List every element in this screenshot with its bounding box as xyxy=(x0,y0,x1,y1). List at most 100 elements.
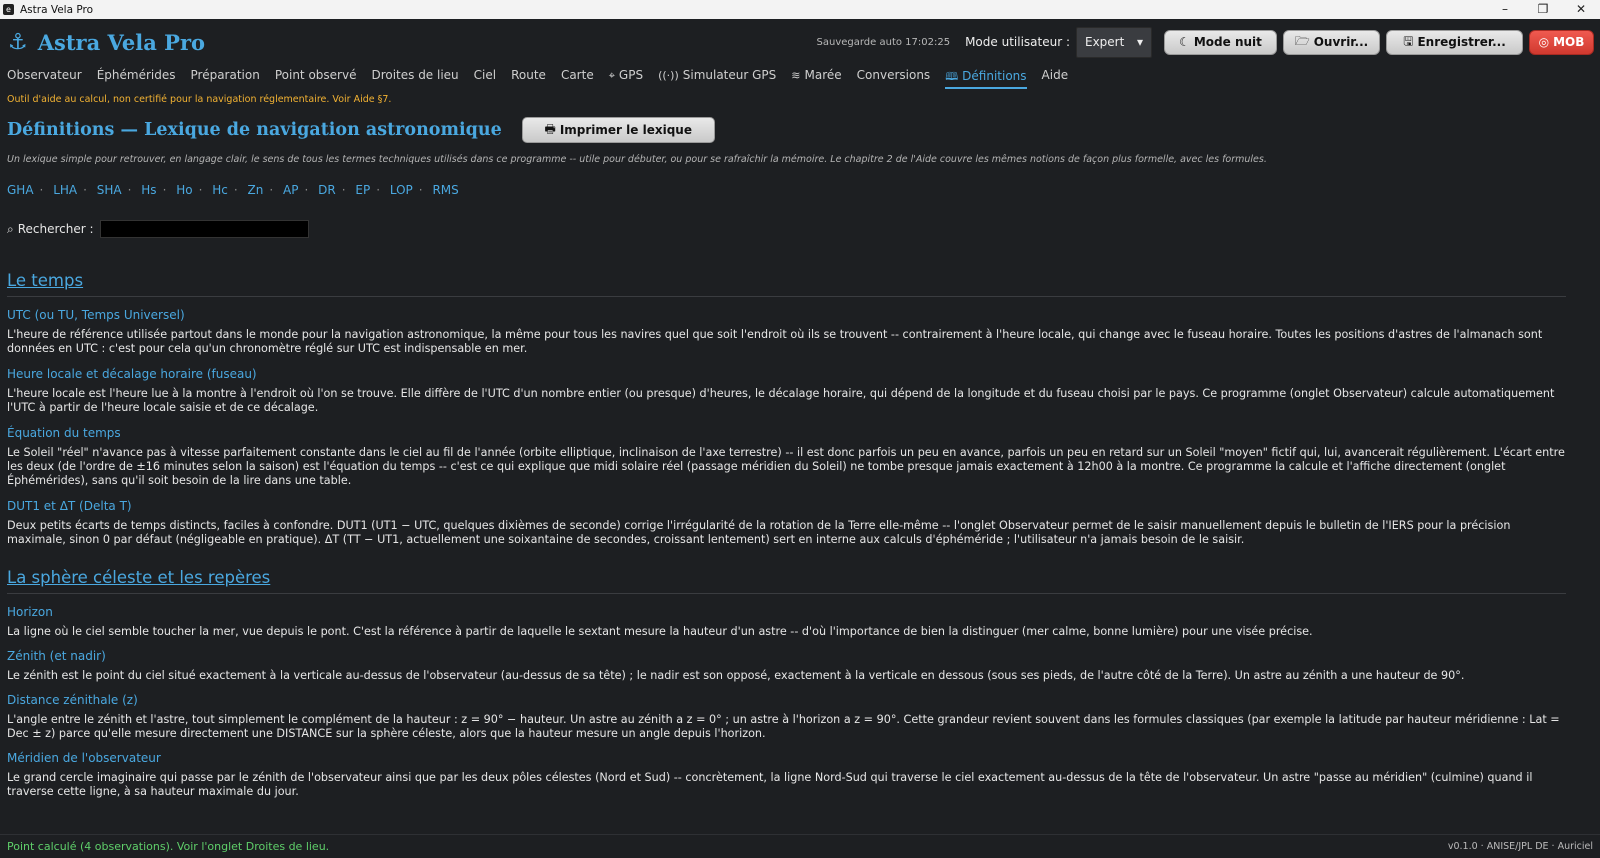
section-title-le-temps: Le temps xyxy=(7,271,1566,297)
tab-definitions[interactable]: 🕮 Définitions xyxy=(945,65,1027,89)
term-name: Horizon xyxy=(7,605,53,619)
print-lexicon-button[interactable]: 🖶 Imprimer le lexique xyxy=(521,117,715,143)
tab-ciel[interactable]: Ciel xyxy=(474,65,496,89)
tab-maree[interactable]: ≋ Marée xyxy=(791,65,841,89)
mode-select[interactable]: Expert ▾ xyxy=(1076,26,1152,58)
tab-aide[interactable]: Aide xyxy=(1042,65,1069,89)
status-bar: Point calculé (4 observations). Voir l'o… xyxy=(0,834,1600,858)
page-title: Définitions — Lexique de navigation astr… xyxy=(7,120,502,140)
term-definition: Le grand cercle imaginaire qui passe par… xyxy=(7,771,1533,798)
quick-link-sha[interactable]: SHA xyxy=(97,183,122,197)
mob-label: MOB xyxy=(1553,35,1585,49)
print-lexicon-label: Imprimer le lexique xyxy=(559,123,692,137)
term-utc: UTC (ou TU, Temps Universel) L'heure de … xyxy=(7,308,1566,356)
term-name: Heure locale et décalage horaire (fuseau… xyxy=(7,367,257,381)
anchor-icon: ⚓ xyxy=(8,29,28,55)
restore-icon[interactable]: ❐ xyxy=(1524,0,1562,19)
term-distance-zenithale: Distance zénithale (z) L'angle entre le … xyxy=(7,693,1566,741)
book-icon: 🕮 xyxy=(945,70,959,83)
term-zenith: Zénith (et nadir) Le zénith est le point… xyxy=(7,649,1566,683)
term-definition: Deux petits écarts de temps distincts, f… xyxy=(7,519,1511,546)
mode-select-value: Expert xyxy=(1085,35,1125,49)
quick-link-gha[interactable]: GHA xyxy=(7,183,34,197)
main-tabs: Observateur Éphémérides Préparation Poin… xyxy=(0,65,1600,90)
crosshair-icon: ⌖ xyxy=(608,69,615,82)
app-logo-text: Astra Vela Pro xyxy=(37,29,206,55)
definitions-page: Définitions — Lexique de navigation astr… xyxy=(0,112,1600,799)
term-name: Distance zénithale (z) xyxy=(7,693,138,707)
term-heure-locale: Heure locale et décalage horaire (fuseau… xyxy=(7,367,1566,415)
app-icon: e xyxy=(3,4,14,15)
tab-carte[interactable]: Carte xyxy=(561,65,594,89)
search-icon: ⌕ xyxy=(7,221,14,236)
chevron-down-icon: ▾ xyxy=(1136,35,1143,49)
term-equation-du-temps: Équation du temps Le Soleil "réel" n'ava… xyxy=(7,426,1566,488)
tab-simulateur-gps[interactable]: ((·)) Simulateur GPS xyxy=(658,65,776,89)
term-name: DUT1 et ΔT (Delta T) xyxy=(7,499,132,513)
quick-link-lop[interactable]: LOP xyxy=(390,183,413,197)
term-dut1-delta-t: DUT1 et ΔT (Delta T) Deux petits écarts … xyxy=(7,499,1566,547)
tab-gps[interactable]: ⌖ GPS xyxy=(609,65,643,89)
minimize-icon[interactable]: – xyxy=(1486,0,1524,19)
night-mode-label: Mode nuit xyxy=(1193,35,1262,49)
term-name: Méridien de l'observateur xyxy=(7,751,161,765)
night-mode-button[interactable]: ☾ Mode nuit xyxy=(1164,29,1277,55)
save-button[interactable]: 🖫 Enregistrer... xyxy=(1386,29,1523,55)
term-name: UTC (ou TU, Temps Universel) xyxy=(7,308,185,322)
window-title: Astra Vela Pro xyxy=(20,3,94,16)
term-definition: L'angle entre le zénith et l'astre, tout… xyxy=(7,713,1560,740)
close-icon[interactable]: ✕ xyxy=(1562,0,1600,19)
page-intro: Un lexique simple pour retrouver, en lan… xyxy=(7,154,1267,165)
quick-link-ap[interactable]: AP xyxy=(283,183,298,197)
quick-link-hs[interactable]: Hs xyxy=(141,183,156,197)
quick-link-hc[interactable]: Hc xyxy=(212,183,228,197)
tab-droites-de-lieu[interactable]: Droites de lieu xyxy=(371,65,458,89)
search-label: Rechercher : xyxy=(17,222,94,236)
window-titlebar: e Astra Vela Pro – ❐ ✕ xyxy=(0,0,1600,19)
mode-label: Mode utilisateur : xyxy=(965,35,1070,49)
term-definition: Le zénith est le point du ciel situé exa… xyxy=(7,669,1465,682)
tab-observateur[interactable]: Observateur xyxy=(7,65,82,89)
quick-link-ho[interactable]: Ho xyxy=(176,183,192,197)
tab-ephemerides[interactable]: Éphémérides xyxy=(97,65,176,89)
quick-link-ep[interactable]: EP xyxy=(355,183,370,197)
quick-link-zn[interactable]: Zn xyxy=(248,183,264,197)
term-name: Zénith (et nadir) xyxy=(7,649,106,663)
autosave-status: Sauvegarde auto 17:02:25 xyxy=(816,36,951,48)
search-row: ⌕ Rechercher : xyxy=(7,219,1566,239)
folder-icon: 🗁 xyxy=(1294,33,1310,48)
open-button[interactable]: 🗁 Ouvrir... xyxy=(1283,29,1380,55)
target-icon: ◎ xyxy=(1538,35,1550,49)
tab-route[interactable]: Route xyxy=(511,65,546,89)
app-header: ⚓ Astra Vela Pro Sauvegarde auto 17:02:2… xyxy=(0,19,1600,65)
term-definition: L'heure de référence utilisée partout da… xyxy=(7,328,1543,355)
header-actions: Sauvegarde auto 17:02:25 Mode utilisateu… xyxy=(816,26,1594,58)
open-label: Ouvrir... xyxy=(1313,35,1369,49)
tab-conversions[interactable]: Conversions xyxy=(857,65,931,89)
quick-link-dr[interactable]: DR xyxy=(318,183,336,197)
quick-link-rms[interactable]: RMS xyxy=(432,183,458,197)
moon-icon: ☾ xyxy=(1179,35,1190,49)
search-input[interactable] xyxy=(99,220,309,238)
save-label: Enregistrer... xyxy=(1417,35,1506,49)
version-info: v0.1.0 · ANISE/JPL DE · Auriciel xyxy=(1447,841,1593,852)
status-message: Point calculé (4 observations). Voir l'o… xyxy=(7,840,330,853)
term-name: Équation du temps xyxy=(7,426,121,440)
term-definition: La ligne où le ciel semble toucher la me… xyxy=(7,625,1313,638)
antenna-icon: ((·)) xyxy=(658,69,679,82)
tab-preparation[interactable]: Préparation xyxy=(191,65,260,89)
term-definition: L'heure locale est l'heure lue à la mont… xyxy=(7,387,1555,414)
window-controls: – ❐ ✕ xyxy=(1486,0,1600,19)
section-title-sphere-celeste: La sphère céleste et les repères xyxy=(7,568,1566,594)
certification-warning: Outil d'aide au calcul, non certifié pou… xyxy=(7,94,392,105)
save-icon: 🖫 xyxy=(1403,33,1414,48)
term-definition: Le Soleil "réel" n'avance pas à vitesse … xyxy=(7,446,1565,487)
term-horizon: Horizon La ligne où le ciel semble touch… xyxy=(7,605,1566,639)
printer-icon: 🖶 xyxy=(544,121,556,136)
quick-links: GHA · LHA · SHA · Hs · Ho · Hc · Zn · AP · DR · E… xyxy=(7,183,459,197)
tab-point-observe[interactable]: Point observé xyxy=(275,65,357,89)
wave-icon: ≋ xyxy=(791,69,801,82)
mob-button[interactable]: ◎ MOB xyxy=(1529,29,1594,55)
term-meridien: Méridien de l'observateur Le grand cercl… xyxy=(7,751,1566,799)
quick-link-lha[interactable]: LHA xyxy=(53,183,77,197)
